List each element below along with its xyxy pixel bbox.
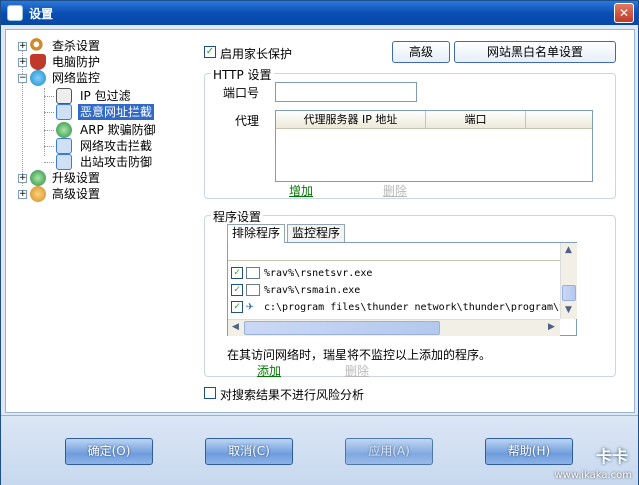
tab-excluded-programs[interactable]: 排除程序 [227, 224, 285, 243]
column-proxy-ip[interactable]: 代理服务器 IP 地址 [276, 111, 426, 129]
vscroll-thumb[interactable] [562, 285, 576, 301]
filter-icon [56, 88, 72, 104]
program-row[interactable]: ✓ %rav%\rsmain.exe [228, 282, 560, 299]
tab-monitored-programs[interactable]: 监控程序 [287, 224, 345, 242]
shield-icon [30, 54, 46, 70]
scroll-up-icon[interactable]: ▲ [561, 243, 576, 258]
port-input[interactable] [275, 82, 417, 102]
program-delete-link[interactable]: 删除 [345, 362, 369, 379]
settings-window: 设置 ✕ + 查杀设置 + 电脑防护 − 网络监控 IP 包过滤 恶意网址拦截 … [0, 0, 639, 485]
program-list-header [228, 243, 560, 261]
outbound-icon [56, 154, 72, 170]
scroll-right-icon[interactable]: ▶ [544, 320, 559, 335]
tree-item-update-settings[interactable]: + 升级设置 [18, 170, 168, 186]
row-checkbox[interactable]: ✓ [231, 267, 243, 279]
tree-label: 恶意网址拦截 [78, 104, 155, 120]
search-option-row[interactable]: 对搜索结果不进行风险分析 [204, 385, 424, 402]
row-checkbox[interactable]: ✓ [231, 301, 243, 313]
parental-label: 启用家长保护 [220, 47, 293, 61]
tree-item-outbound-defense[interactable]: 出站攻击防御 [44, 154, 174, 170]
footer-bar: 确定(O) 取消(C) 应用(A) 帮助(H) 卡卡 www.ikaka.com [1, 415, 638, 485]
file-icon [246, 284, 260, 296]
search-option-label: 对搜索结果不进行风险分析 [220, 388, 365, 402]
expand-icon[interactable]: + [18, 58, 27, 67]
http-settings-group: HTTP 设置 端口号 代理 代理服务器 IP 地址 端口 增加 删除 [204, 66, 616, 199]
tree-label: 高级设置 [52, 187, 101, 201]
program-row[interactable]: ✓ %rav%\rsnetsvr.exe [228, 265, 560, 282]
proxy-add-link[interactable]: 增加 [289, 182, 313, 199]
collapse-icon[interactable]: − [18, 74, 27, 83]
program-add-link[interactable]: 添加 [257, 362, 281, 379]
tree-label: 网络攻击拦截 [80, 139, 153, 153]
help-button[interactable]: 帮助(H) [485, 438, 573, 465]
thunder-bird-icon: ✈ [246, 299, 254, 314]
watermark-url: www.ikaka.com [554, 470, 632, 481]
program-path: %rav%\rsmain.exe [264, 285, 361, 296]
program-list-hscroll[interactable]: ◀ ▶ [228, 319, 560, 336]
program-note: 在其访问网络时，瑞星将不监控以上添加的程序。 [227, 348, 492, 362]
tree-item-malicious-url[interactable]: 恶意网址拦截 [44, 104, 174, 120]
proxy-list[interactable]: 代理服务器 IP 地址 端口 [275, 110, 593, 182]
tree-item-scan-settings[interactable]: + 查杀设置 [18, 38, 168, 54]
app-logo-icon [7, 5, 23, 21]
search-option-checkbox[interactable] [204, 387, 216, 399]
tree-item-ip-filter[interactable]: IP 包过滤 [44, 88, 174, 104]
program-settings-group: 程序设置 排除程序 监控程序 ✓ %rav%\rsnetsvr.exe ✓ %r… [204, 208, 616, 379]
cancel-button[interactable]: 取消(C) [205, 438, 293, 465]
update-icon [30, 170, 46, 186]
tree-item-arp-defense[interactable]: ARP 欺骗防御 [44, 122, 174, 138]
program-list[interactable]: ✓ %rav%\rsnetsvr.exe ✓ %rav%\rsmain.exe … [227, 242, 577, 336]
expand-icon[interactable]: + [18, 174, 27, 183]
program-list-vscroll[interactable]: ▲ ▼ [560, 243, 577, 319]
tree-item-pc-protection[interactable]: + 电脑防护 [18, 54, 168, 70]
parental-checkbox[interactable]: ✓ [204, 46, 216, 58]
port-label: 端口号 [223, 86, 260, 100]
window-title: 设置 [29, 7, 54, 21]
scroll-down-icon[interactable]: ▼ [561, 303, 576, 318]
tree-label: 网络监控 [52, 71, 101, 85]
tree-label: 出站攻击防御 [80, 155, 153, 169]
close-button[interactable]: ✕ [614, 3, 634, 23]
column-port[interactable]: 端口 [426, 111, 526, 129]
program-path: c:\program files\thunder network\thunder… [264, 302, 566, 313]
proxy-delete-link[interactable]: 删除 [383, 182, 407, 199]
gears-icon [30, 186, 46, 202]
file-icon [246, 267, 260, 279]
title-bar[interactable]: 设置 ✕ [1, 1, 638, 25]
row-checkbox[interactable]: ✓ [231, 284, 243, 296]
hscroll-thumb[interactable] [244, 321, 440, 335]
magnifier-icon [30, 38, 46, 54]
whitelist-button[interactable]: 网站黑白名单设置 [454, 41, 616, 63]
tree-label: ARP 欺骗防御 [80, 123, 156, 137]
tree-item-network-monitor[interactable]: − 网络监控 [18, 70, 168, 86]
expand-icon[interactable]: + [18, 190, 27, 199]
attack-icon [56, 138, 72, 154]
program-group-title: 程序设置 [211, 208, 264, 225]
proxy-label: 代理 [235, 114, 260, 128]
parental-checkbox-row[interactable]: ✓ 启用家长保护 [204, 44, 344, 61]
ok-button[interactable]: 确定(O) [65, 438, 153, 465]
tree-label: 升级设置 [52, 171, 101, 185]
tree-label: IP 包过滤 [80, 89, 131, 103]
program-row[interactable]: ✓ ✈ c:\program files\thunder network\thu… [228, 299, 565, 316]
http-group-title: HTTP 设置 [211, 66, 274, 83]
expand-icon[interactable]: + [18, 42, 27, 51]
globe-icon [30, 70, 46, 86]
watermark-brand: 卡卡 [595, 447, 628, 466]
tree-item-attack-block[interactable]: 网络攻击拦截 [44, 138, 174, 154]
tree-label: 查杀设置 [52, 39, 101, 53]
url-block-icon [56, 104, 72, 120]
proxy-list-header: 代理服务器 IP 地址 端口 [276, 111, 592, 129]
tree-item-advanced-settings[interactable]: + 高级设置 [18, 186, 168, 202]
scroll-left-icon[interactable]: ◀ [228, 320, 243, 335]
apply-button[interactable]: 应用(A) [345, 438, 433, 465]
tree-label: 电脑防护 [52, 55, 101, 69]
arp-icon [56, 122, 72, 138]
client-area: + 查杀设置 + 电脑防护 − 网络监控 IP 包过滤 恶意网址拦截 ARP 欺… [5, 29, 635, 413]
program-path: %rav%\rsnetsvr.exe [264, 268, 373, 279]
advanced-button[interactable]: 高级 [392, 41, 450, 63]
